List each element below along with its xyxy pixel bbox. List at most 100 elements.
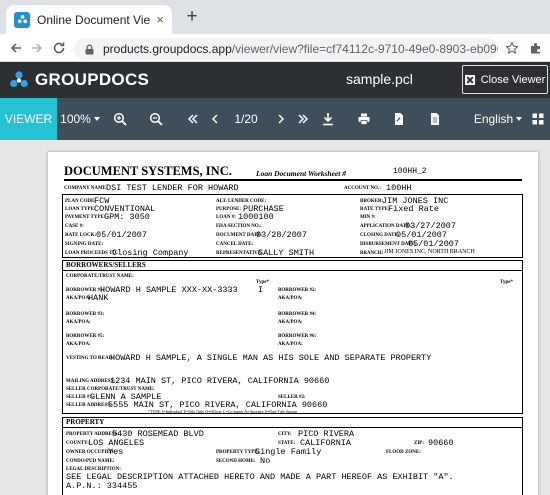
borrower2-label: BORROWER #2: <box>278 288 317 293</box>
aka3-label: AKA/POA: <box>66 320 91 325</box>
document-date: 03/28/2007 <box>256 230 308 240</box>
owner-occupied: Yes <box>108 447 124 457</box>
url-path: /viewer/view?file=cf74112c-9710-49e0-890… <box>231 42 498 56</box>
signing-date-label: SIGNING DATE: <box>65 242 104 247</box>
payment-type-label: PAYMENT TYPE: <box>65 215 106 220</box>
document-icon[interactable] <box>426 98 444 140</box>
worksheet-title: Loan Document Worksheet # <box>256 169 346 178</box>
branch: JIM JONES INC, NORTH BRANCH <box>384 249 475 255</box>
download-icon[interactable] <box>319 98 337 140</box>
rate-lock-label: RATE LOCK: <box>65 233 97 238</box>
groupdocs-logo[interactable]: GROUPDOCS <box>9 70 149 90</box>
borrower1-type: I <box>258 285 264 295</box>
vesting-label: VESTING TO READ: <box>66 356 114 361</box>
rate-type-label: RATE TYPE: <box>360 207 390 212</box>
case-label: CASE #: <box>65 224 84 229</box>
borrower1: HOWARD H SAMPLE XXX-XX-3333 <box>100 285 238 295</box>
corporate-trust-label: CORPORATE/TRUST NAME: <box>66 274 134 279</box>
url-text: products.groupdocs.app/viewer/view?file=… <box>103 42 498 56</box>
borrowers-title-rule <box>63 270 522 271</box>
account-no-label: Account No.: <box>344 186 381 191</box>
grid-menu-icon[interactable] <box>530 98 546 140</box>
type-label-2: Type* <box>500 280 513 285</box>
zoom-select[interactable]: 100% <box>60 98 100 140</box>
chevron-down-icon <box>516 117 523 121</box>
borrower6-label: BORROWER #6: <box>278 334 317 339</box>
zoom-value: 100% <box>60 112 91 126</box>
rate-lock: 05/01/2007 <box>96 230 148 240</box>
zoom-out-icon[interactable] <box>147 98 165 140</box>
property-type-label: PROPERTY TYPE: <box>216 450 260 455</box>
aka2-label: AKA/POA: <box>278 296 303 301</box>
type-legend: *TYPE: I=Individual T=Title Only O=Offic… <box>148 409 298 414</box>
min-label: MIN #: <box>360 215 376 220</box>
viewer-tab[interactable]: VIEWER <box>0 98 57 140</box>
payment-type: GPM: 3050 <box>104 212 150 222</box>
new-tab-button[interactable]: + <box>181 6 203 28</box>
second-home-label: SECOND HOME: <box>216 459 256 464</box>
borrower3-label: BORROWER #3: <box>66 312 105 317</box>
language-select[interactable]: English <box>474 98 523 140</box>
extensions-puzzle-icon[interactable] <box>526 38 546 58</box>
document-page: DOCUMENT SYSTEMS, INC. Loan Document Wor… <box>48 152 538 495</box>
loan-no: 1000100 <box>238 212 274 222</box>
seller-address-label: SELLER ADDRESS: <box>66 403 112 408</box>
page-indicator[interactable]: 1/20 <box>230 98 262 140</box>
flood-zone-label: FLOOD ZONE: <box>386 450 421 455</box>
property-section-title: PROPERTY <box>66 418 105 426</box>
browser-tab[interactable]: Online Document Viewer | Free C × <box>6 5 172 34</box>
mailing-address: 1234 MAIN ST, PICO RIVERA, CALIFORNIA 90… <box>110 376 330 386</box>
plan-code-label: PLAN CODE: <box>65 199 96 204</box>
back-arrow-icon[interactable] <box>6 38 26 58</box>
city-label: CITY: <box>278 432 292 437</box>
lock-icon <box>85 44 94 54</box>
close-viewer-button[interactable]: Close Viewer <box>462 65 548 94</box>
address-bar[interactable]: products.groupdocs.app/viewer/view?file=… <box>74 38 498 60</box>
broker-label: BROKER: <box>360 199 384 204</box>
borrowers-section-title: BORROWERS/SELLERS <box>66 261 146 269</box>
viewer-toolbar: VIEWER 100% 1/20 English <box>0 98 550 140</box>
last-page-icon[interactable] <box>294 98 312 140</box>
company-name-label: Company Name: <box>64 186 108 191</box>
reload-icon[interactable] <box>49 38 69 58</box>
file-name: sample.pcl <box>346 71 413 87</box>
close-viewer-label: Close Viewer <box>480 73 546 86</box>
prev-page-icon[interactable] <box>207 98 223 140</box>
forward-arrow-icon[interactable] <box>27 38 47 58</box>
cancel-date-label: CANCEL DATE: <box>216 242 254 247</box>
tab-close-icon[interactable]: × <box>156 13 164 26</box>
aka6-label: AKA/POA: <box>278 342 303 347</box>
fha-label: FHA SECTION NO.: <box>216 224 262 229</box>
loan-no-label: LOAN #: <box>216 215 236 220</box>
groupdocs-logo-icon <box>10 71 28 88</box>
print-icon[interactable] <box>355 98 373 140</box>
aka1: HANK <box>88 293 109 303</box>
title-rule <box>64 179 522 181</box>
first-page-icon[interactable] <box>184 98 202 140</box>
borrower4-label: BORROWER #4: <box>278 312 317 317</box>
application-date-label: APPLICATION DATE: <box>360 224 412 229</box>
next-page-icon[interactable] <box>273 98 289 140</box>
rate-type: Fixed Rate <box>388 204 440 214</box>
mailing-label: MAILING ADDRESS: <box>66 379 116 384</box>
groupdocs-header: GROUPDOCS sample.pcl Close Viewer <box>0 62 550 98</box>
representative-label: REPRESENTATIVE: <box>216 251 263 256</box>
pdf-file-icon[interactable] <box>390 98 408 140</box>
zoom-in-icon[interactable] <box>111 98 129 140</box>
loan-proceeds-label: LOAN PROCEEDS TO: <box>65 251 118 256</box>
loan-type-label: LOAN TYPE: <box>65 207 96 212</box>
worksheet-number: 100HH_2 <box>393 167 427 176</box>
document-area[interactable]: DOCUMENT SYSTEMS, INC. Loan Document Wor… <box>0 140 550 495</box>
zip: 90660 <box>428 438 454 448</box>
groupdocs-favicon-icon <box>14 11 30 28</box>
borrower5-label: BORROWER #5: <box>66 334 105 339</box>
company-name: DSI TEST LENDER FOR HOWARD <box>106 183 239 193</box>
representative: SALLY SMITH <box>258 248 315 258</box>
branch-label: BRANCH: <box>360 251 384 256</box>
logo-text: GROUPDOCS <box>35 70 150 89</box>
second-home: No <box>260 456 271 466</box>
zip-label: ZIP: <box>414 441 424 446</box>
vesting: HOWARD H SAMPLE, A SINGLE MAN AS HIS SOL… <box>110 353 432 363</box>
bookmark-star-icon[interactable] <box>502 38 522 58</box>
close-icon <box>464 74 475 85</box>
